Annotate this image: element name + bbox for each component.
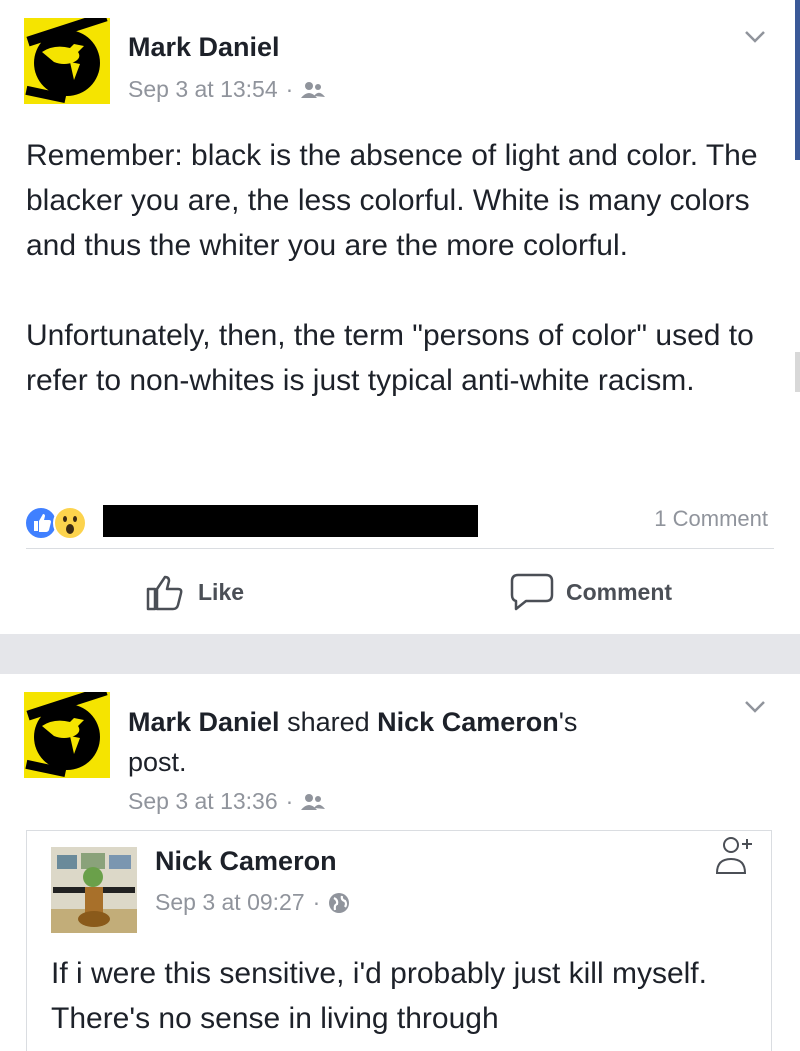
wow-reaction-icon	[53, 506, 87, 540]
post-meta: Sep 3 at 13:36 ·	[128, 788, 326, 815]
post-card: Mark Daniel Sep 3 at 13:54 · Remember: b…	[0, 0, 800, 634]
add-friend-icon[interactable]	[713, 833, 757, 877]
timestamp[interactable]: Sep 3 at 13:54	[128, 76, 278, 103]
scrollbar-marker	[795, 352, 800, 392]
scrollbar-thumb[interactable]	[795, 0, 800, 160]
like-label: Like	[198, 578, 245, 605]
post-author[interactable]: Mark Daniel	[128, 707, 280, 737]
thumbs-up-icon	[146, 575, 183, 611]
timestamp[interactable]: Sep 3 at 09:27	[155, 889, 305, 916]
shared-word: shared	[287, 707, 370, 737]
dot-separator: ·	[285, 788, 294, 814]
shared-object-link[interactable]: post.	[128, 747, 187, 777]
feed-separator	[0, 634, 800, 674]
shared-from-author[interactable]: Nick Cameron	[377, 707, 559, 737]
dot-separator: ·	[312, 889, 321, 915]
shared-post[interactable]: Nick Cameron Sep 3 at 09:27 · If i were …	[26, 830, 772, 1051]
share-header: Mark Daniel shared Nick Cameron's post.	[128, 702, 688, 782]
chevron-down-icon[interactable]	[744, 700, 766, 714]
chevron-down-icon[interactable]	[744, 30, 766, 44]
friends-icon	[301, 793, 326, 810]
like-button[interactable]: Like	[144, 571, 244, 613]
friends-icon	[301, 81, 326, 98]
comment-icon	[510, 573, 554, 611]
post-card: Mark Daniel shared Nick Cameron's post. …	[0, 674, 800, 1051]
shared-post-meta: Sep 3 at 09:27 ·	[155, 889, 350, 916]
post-body: Remember: black is the absence of light …	[26, 133, 776, 403]
shared-post-author[interactable]: Nick Cameron	[155, 846, 337, 877]
avatar[interactable]	[51, 847, 137, 933]
post-meta: Sep 3 at 13:54 ·	[128, 76, 326, 103]
reactions-summary[interactable]	[24, 506, 87, 540]
post-paragraph: Unfortunately, then, the term "persons o…	[26, 319, 754, 397]
dot-separator: ·	[285, 76, 294, 102]
comment-label: Comment	[566, 578, 673, 605]
post-author[interactable]: Mark Daniel	[128, 30, 280, 64]
globe-icon	[329, 892, 350, 913]
timestamp[interactable]: Sep 3 at 13:36	[128, 788, 278, 815]
avatar[interactable]	[24, 692, 110, 778]
comment-count[interactable]: 1 Comment	[654, 506, 768, 532]
post-paragraph: Remember: black is the absence of light …	[26, 139, 758, 262]
avatar[interactable]	[24, 18, 110, 104]
shared-post-text: If i were this sensitive, i'd probably j…	[51, 957, 707, 1035]
possessive: 's	[558, 707, 578, 737]
comment-button[interactable]: Comment	[510, 571, 672, 613]
divider	[26, 548, 774, 549]
redacted-names-bar	[103, 505, 478, 537]
